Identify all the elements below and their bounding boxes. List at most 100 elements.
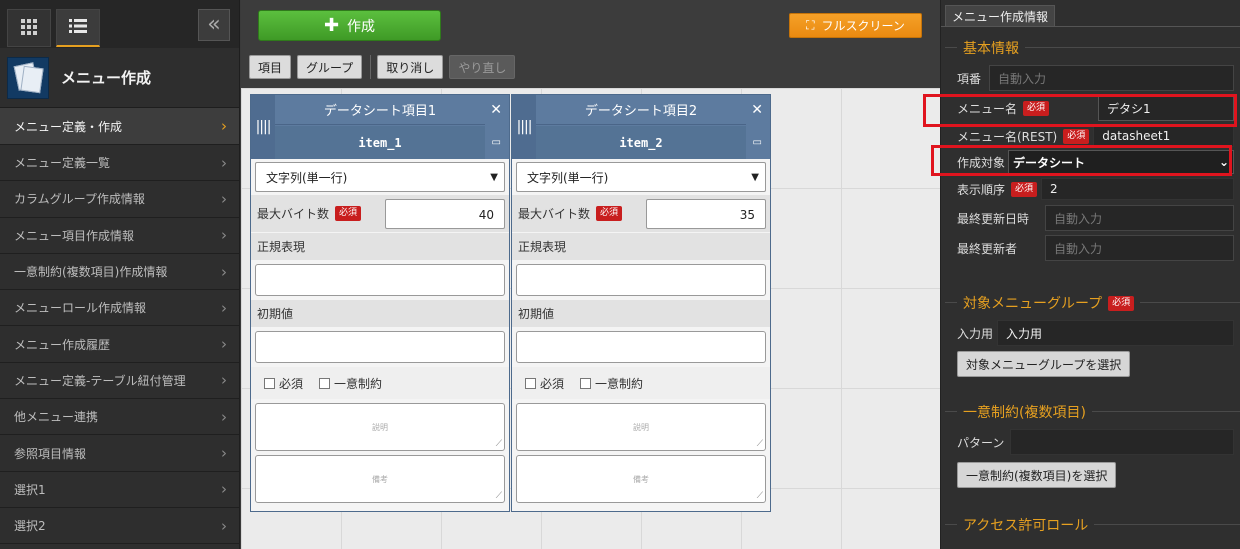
item-no-label: 項番 <box>957 71 982 86</box>
chevron-right-icon: › <box>221 117 227 135</box>
menu-rest-label: メニュー名(REST) <box>957 129 1058 144</box>
resize-grip-icon[interactable]: ⟋ <box>496 439 502 449</box>
close-icon[interactable]: ✕ <box>490 102 502 118</box>
description-textarea[interactable]: 説明 ⟋ <box>516 403 766 451</box>
plus-icon: ✚ <box>323 15 340 36</box>
description-textarea[interactable]: 説明 ⟋ <box>255 403 505 451</box>
list-view-tab[interactable] <box>56 9 100 47</box>
column-card[interactable]: |||| データシート項目1 ✕ item_1 ▭ 文字列(単一行) ▼ 最大バイ… <box>250 94 510 512</box>
menu-create-logo-icon <box>7 56 49 99</box>
note-textarea[interactable]: 備考 ⟋ <box>255 455 505 503</box>
sidebar-item-menu-item[interactable]: メニュー項目作成情報 › <box>0 218 239 254</box>
sidebar-item-column-group[interactable]: カラムグループ作成情報 › <box>0 181 239 218</box>
type-select[interactable]: 文字列(単一行) ▼ <box>516 162 766 192</box>
add-group-button[interactable]: グループ <box>297 55 363 79</box>
checkbox-row: 必須 一意制約 <box>251 367 509 399</box>
minimize-icon[interactable]: ▭ <box>753 137 762 148</box>
select-unique-constraint-button[interactable]: 一意制約(複数項目)を選択 <box>957 462 1117 488</box>
sidebar-item-other-menu-link[interactable]: 他メニュー連携 › <box>0 399 239 436</box>
unique-checkbox[interactable]: 一意制約 <box>319 375 382 392</box>
sidebar-top: « <box>0 0 239 48</box>
chevron-right-icon: › <box>221 407 227 426</box>
required-badge: 必須 <box>1108 295 1135 311</box>
sidebar-item-menu-role[interactable]: メニューロール作成情報 › <box>0 290 239 327</box>
create-button[interactable]: ✚ 作成 <box>258 10 441 41</box>
regex-input[interactable] <box>255 264 505 296</box>
note-textarea[interactable]: 備考 ⟋ <box>516 455 766 503</box>
sidebar-header: メニュー作成 <box>0 48 239 108</box>
column-card[interactable]: |||| データシート項目2 ✕ item_2 ▭ 文字列(単一行) ▼ 最大バイ… <box>511 94 771 512</box>
sidebar-item-label: 参照項目情報 <box>14 446 87 461</box>
unique-checkbox-label: 一意制約 <box>595 376 644 391</box>
sidebar-item-table-link[interactable]: メニュー定義-テーブル紐付管理 › <box>0 363 239 400</box>
unique-button-row: 一意制約(複数項目)を選択 <box>957 461 1234 489</box>
drag-handle-icon[interactable]: |||| <box>512 95 536 159</box>
resize-grip-icon[interactable]: ⟋ <box>757 439 763 449</box>
card-header: |||| データシート項目1 ✕ item_1 ▭ <box>251 95 509 159</box>
chevron-down-icon: ▼ <box>490 171 498 183</box>
order-input[interactable]: 2 <box>1041 178 1234 200</box>
card-title[interactable]: データシート項目1 <box>275 95 485 125</box>
redo-button[interactable]: やり直し <box>449 55 516 79</box>
sidebar-title: メニュー作成 <box>61 69 152 87</box>
item-no-input: 自動入力 <box>989 65 1234 91</box>
type-select[interactable]: 文字列(単一行) ▼ <box>255 162 505 192</box>
sidebar-item-menu-definition-create[interactable]: メニュー定義・作成 › <box>0 108 239 145</box>
list-icon <box>69 18 87 37</box>
minimize-icon[interactable]: ▭ <box>492 137 501 148</box>
resize-grip-icon[interactable]: ⟋ <box>757 491 763 501</box>
create-button-label: 作成 <box>347 18 376 35</box>
sidebar-item-label: 選択1 <box>14 482 46 497</box>
tab-menu-create-info[interactable]: メニュー作成情報 <box>945 5 1056 27</box>
chevron-right-icon: › <box>221 226 227 245</box>
max-bytes-input[interactable]: 40 <box>385 198 505 229</box>
checkbox-icon <box>525 377 536 389</box>
required-badge: 必須 <box>335 206 362 221</box>
tab-underline <box>941 26 1240 27</box>
sidebar-item-menu-definition-list[interactable]: メニュー定義一覧 › <box>0 145 239 182</box>
max-bytes-input[interactable]: 35 <box>646 198 766 229</box>
checkbox-row: 必須 一意制約 <box>512 367 770 399</box>
unique-constraint-section: 一意制約(複数項目) パターン 一意制約(複数項目)を選択 <box>945 402 1240 501</box>
collapse-sidebar-button[interactable]: « <box>198 9 230 41</box>
sidebar-item-select-2[interactable]: 選択2 › <box>0 508 239 545</box>
card-code: item_1 <box>275 126 485 159</box>
checkbox-icon <box>264 377 275 389</box>
default-value-input[interactable] <box>516 331 766 363</box>
menu-rest-input[interactable]: datasheet1 <box>1093 125 1234 147</box>
sidebar-item-reference-item[interactable]: 参照項目情報 › <box>0 435 239 472</box>
regex-input[interactable] <box>516 264 766 296</box>
sidebar-item-menu-history[interactable]: メニュー作成履歴 › <box>0 326 239 363</box>
sidebar-item-unique-constraint[interactable]: 一意制約(複数項目)作成情報 › <box>0 254 239 291</box>
chevron-right-icon: › <box>221 262 227 281</box>
max-bytes-label: 最大バイト数 <box>518 207 591 221</box>
input-group-value: 入力用 <box>997 320 1234 346</box>
resize-grip-icon[interactable]: ⟋ <box>496 491 502 501</box>
select-target-group-button[interactable]: 対象メニューグループを選択 <box>957 351 1131 377</box>
fullscreen-button[interactable]: ⛶ フルスクリーン <box>789 13 922 38</box>
toolbar-divider <box>370 55 372 79</box>
sidebar-item-label: メニュー定義・作成 <box>14 119 123 134</box>
highlight-target <box>931 145 1232 176</box>
card-title[interactable]: データシート項目2 <box>536 95 746 125</box>
close-icon[interactable]: ✕ <box>751 102 763 118</box>
drag-handle-icon[interactable]: |||| <box>251 95 275 159</box>
default-value-input[interactable] <box>255 331 505 363</box>
description-placeholder: 説明 <box>372 422 388 432</box>
unique-checkbox-label: 一意制約 <box>334 376 383 391</box>
chevron-right-icon: › <box>221 189 227 208</box>
sidebar-menu: メニュー定義・作成 › メニュー定義一覧 › カラムグループ作成情報 › メニュー項目… <box>0 108 239 545</box>
unique-checkbox[interactable]: 一意制約 <box>580 375 643 392</box>
required-checkbox[interactable]: 必須 <box>525 375 564 392</box>
required-checkbox[interactable]: 必須 <box>264 375 303 392</box>
type-select-value: 文字列(単一行) <box>266 170 348 185</box>
card-body: 文字列(単一行) ▼ 最大バイト数 必須 40 正規表現 初期値 必須 一意制約 説明… <box>251 159 509 506</box>
sidebar-item-select-1[interactable]: 選択1 › <box>0 472 239 508</box>
grid-view-tab[interactable] <box>7 9 51 47</box>
sidebar-item-label: メニュー作成履歴 <box>14 337 111 352</box>
input-group-row: 入力用 入力用 <box>957 319 1234 347</box>
add-item-button[interactable]: 項目 <box>249 55 292 79</box>
max-bytes-row: 最大バイト数 必須 35 <box>512 195 770 232</box>
editor-area: ✚ 作成 ⛶ フルスクリーン 項目 グループ 取り消し やり直し |||| データシ… <box>241 0 940 549</box>
undo-button[interactable]: 取り消し <box>377 55 444 79</box>
